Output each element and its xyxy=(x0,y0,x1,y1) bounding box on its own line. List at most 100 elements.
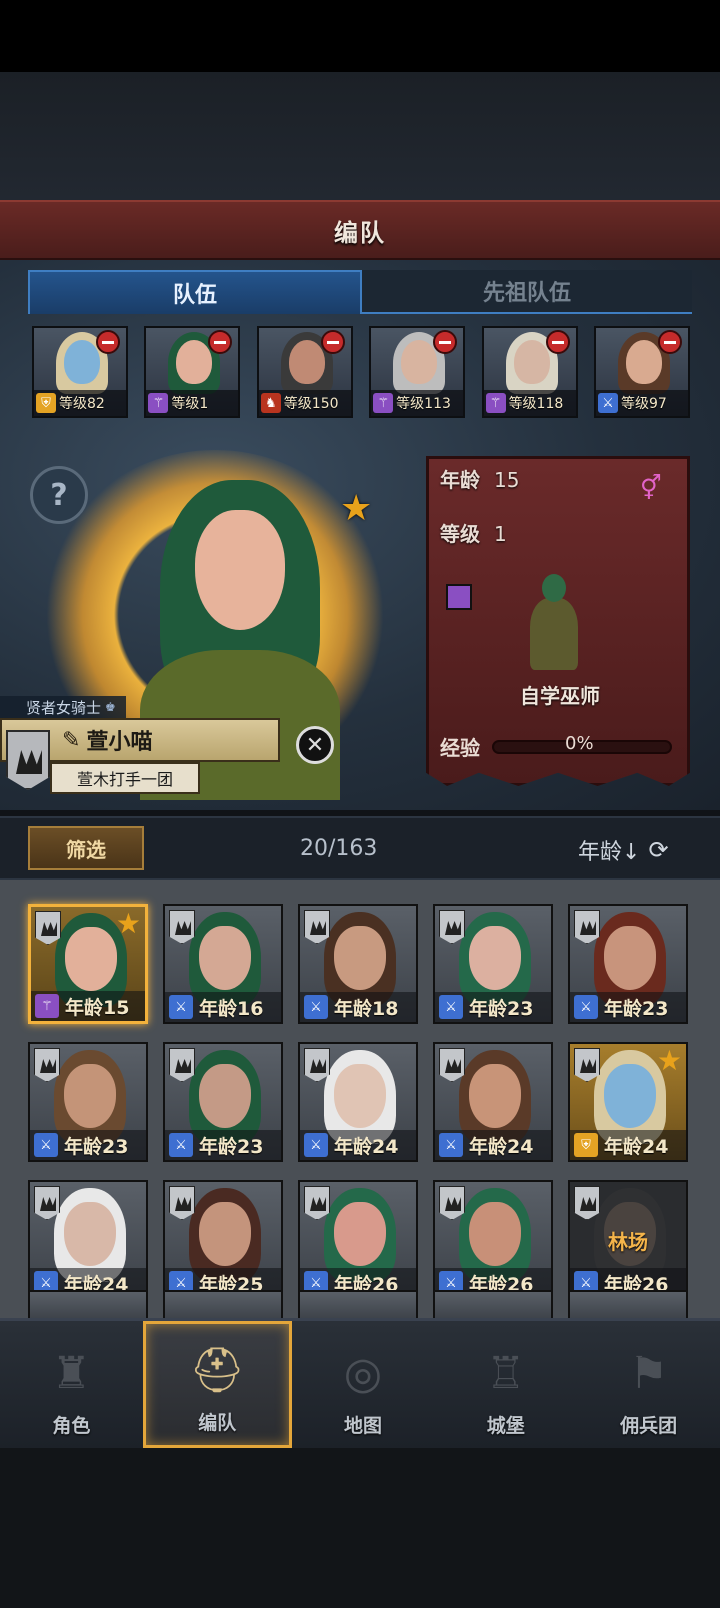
filter-button[interactable]: 筛选 xyxy=(28,826,144,870)
team-member-card[interactable]: ⚚ 等级113 xyxy=(369,326,466,418)
hero-face xyxy=(199,1202,251,1266)
roster-card[interactable]: ⚔ 年龄26 xyxy=(298,1180,418,1300)
roster-card[interactable]: ⚔ 年龄25 xyxy=(163,1180,283,1300)
sword-icon: ⚔ xyxy=(439,995,463,1019)
member-meta: ⚚ 等级1 xyxy=(146,390,239,416)
roster-card[interactable]: 林场 ⚔ 年龄26 xyxy=(568,1180,688,1300)
card-meta: ⚔ 年龄23 xyxy=(570,992,686,1022)
staff-icon: ⚚ xyxy=(373,393,394,413)
roster-card[interactable] xyxy=(568,1290,688,1320)
roster-card[interactable]: ⚔ 年龄23 xyxy=(568,904,688,1024)
nav-item-2[interactable]: ◎ 地图 xyxy=(292,1321,435,1448)
remove-member-icon[interactable] xyxy=(433,330,458,354)
banner-icon: ⚑ xyxy=(628,1347,669,1399)
nav-item-1[interactable]: ⛑ 编队 xyxy=(142,1321,292,1448)
star-icon: ★ xyxy=(340,488,373,529)
remove-member-icon[interactable] xyxy=(657,330,682,354)
card-meta: ⛨ 年龄24 xyxy=(570,1130,686,1160)
hero-face xyxy=(199,1064,251,1128)
roster-count: 20/163 xyxy=(300,836,378,861)
tab-ancestor-team[interactable]: 先祖队伍 xyxy=(362,270,692,314)
shield-icon: ⛨ xyxy=(574,1133,598,1157)
hero-subtitle: 贤者女骑士 ♚ xyxy=(0,696,126,718)
member-level: 等级1 xyxy=(171,396,209,412)
sword-icon: ⚔ xyxy=(439,1133,463,1157)
sort-label: 年龄↓ xyxy=(578,840,641,865)
hero-face xyxy=(469,1064,521,1128)
hero-face xyxy=(64,1064,116,1128)
hero-age: 年龄16 xyxy=(199,997,264,1020)
hero-face xyxy=(334,1202,386,1266)
member-meta: ♞ 等级150 xyxy=(258,390,351,416)
hero-face xyxy=(604,1064,656,1128)
roster-card[interactable] xyxy=(298,1290,418,1320)
member-level: 等级97 xyxy=(620,396,667,412)
team-tabs: 队伍 先祖队伍 xyxy=(28,270,692,314)
page-title: 编队 xyxy=(334,218,386,247)
hero-age: 年龄23 xyxy=(64,1135,129,1158)
hero-name: 萱小喵 xyxy=(86,730,153,755)
team-member-card[interactable]: ⚚ 等级1 xyxy=(144,326,241,418)
nav-item-0[interactable]: ♜ 角色 xyxy=(0,1321,143,1448)
hero-face xyxy=(469,1202,521,1266)
hero-face xyxy=(334,1064,386,1128)
roster-card[interactable]: ★ ⚚ 年龄15 xyxy=(28,904,148,1024)
hero-face xyxy=(604,926,656,990)
exp-label: 经验 xyxy=(440,736,480,760)
roster-card[interactable]: ⚔ 年龄23 xyxy=(433,904,553,1024)
hero-age: 年龄23 xyxy=(604,997,669,1020)
sword-icon: ⚔ xyxy=(574,995,598,1019)
mount-icon: ♞ xyxy=(260,393,281,413)
team-member-card[interactable]: ♞ 等级150 xyxy=(256,326,353,418)
roster-card[interactable]: ⚔ 年龄26 xyxy=(433,1180,553,1300)
member-level: 等级113 xyxy=(396,396,451,412)
refresh-icon[interactable]: ⟳ xyxy=(648,836,668,864)
nav-item-3[interactable]: ♖ 城堡 xyxy=(434,1321,577,1448)
status-bar-area xyxy=(0,0,720,72)
level-label: 等级 xyxy=(440,522,480,546)
roster-card[interactable]: ★ ⛨ 年龄24 xyxy=(568,1042,688,1162)
class-figure xyxy=(522,574,586,670)
roster-card[interactable]: ⚔ 年龄24 xyxy=(433,1042,553,1162)
team-member-card[interactable]: ⚔ 等级97 xyxy=(593,326,690,418)
sword-icon: ⚔ xyxy=(304,1133,328,1157)
age-row: 年龄 15 xyxy=(440,464,519,493)
roster-card[interactable]: ⚔ 年龄23 xyxy=(163,1042,283,1162)
help-button[interactable]: ? xyxy=(30,466,88,524)
roster-card[interactable]: ⚔ 年龄24 xyxy=(28,1180,148,1300)
roster-card[interactable]: ⚔ 年龄23 xyxy=(28,1042,148,1162)
sort-control[interactable]: 年龄↓ ⟳ xyxy=(578,834,669,866)
roster-card[interactable]: ⚔ 年龄24 xyxy=(298,1042,418,1162)
member-level: 等级150 xyxy=(283,396,339,412)
card-meta: ⚔ 年龄23 xyxy=(165,1130,281,1160)
team-member-card[interactable]: ⚚ 等级118 xyxy=(481,326,578,418)
hero-age: 年龄23 xyxy=(469,997,534,1020)
hero-age: 年龄24 xyxy=(469,1135,534,1158)
tab-team[interactable]: 队伍 xyxy=(28,270,362,314)
staff-icon: ⚚ xyxy=(148,393,169,413)
remove-hero-button[interactable]: ✕ xyxy=(296,726,334,764)
sword-icon: ⚔ xyxy=(169,995,193,1019)
remove-member-icon[interactable] xyxy=(320,330,345,354)
remove-member-icon[interactable] xyxy=(545,330,570,354)
member-meta: ⛨ 等级82 xyxy=(34,390,126,416)
age-label: 年龄 xyxy=(440,468,480,492)
roster-card[interactable] xyxy=(28,1290,148,1320)
nav-item-4[interactable]: ⚑ 佣兵团 xyxy=(577,1321,720,1448)
hero-age: 年龄18 xyxy=(334,997,399,1020)
team-member-card[interactable]: ⛨ 等级82 xyxy=(32,326,128,418)
roster-card[interactable] xyxy=(163,1290,283,1320)
remove-member-icon[interactable] xyxy=(96,330,120,354)
roster-card[interactable]: ⚔ 年龄18 xyxy=(298,904,418,1024)
sword-icon: ⚔ xyxy=(169,1133,193,1157)
exp-value: 0% xyxy=(565,733,594,754)
roster-card[interactable]: ⚔ 年龄16 xyxy=(163,904,283,1024)
knight-icon: ♜ xyxy=(51,1347,92,1399)
nav-label: 地图 xyxy=(343,1415,382,1437)
compass-icon: ◎ xyxy=(343,1347,383,1399)
sword-icon: ⚔ xyxy=(597,393,618,413)
edit-icon[interactable]: ✎ xyxy=(62,728,80,753)
roster-card[interactable] xyxy=(433,1290,553,1320)
level-row: 等级 1 xyxy=(440,518,507,547)
member-level: 等级82 xyxy=(59,396,105,412)
